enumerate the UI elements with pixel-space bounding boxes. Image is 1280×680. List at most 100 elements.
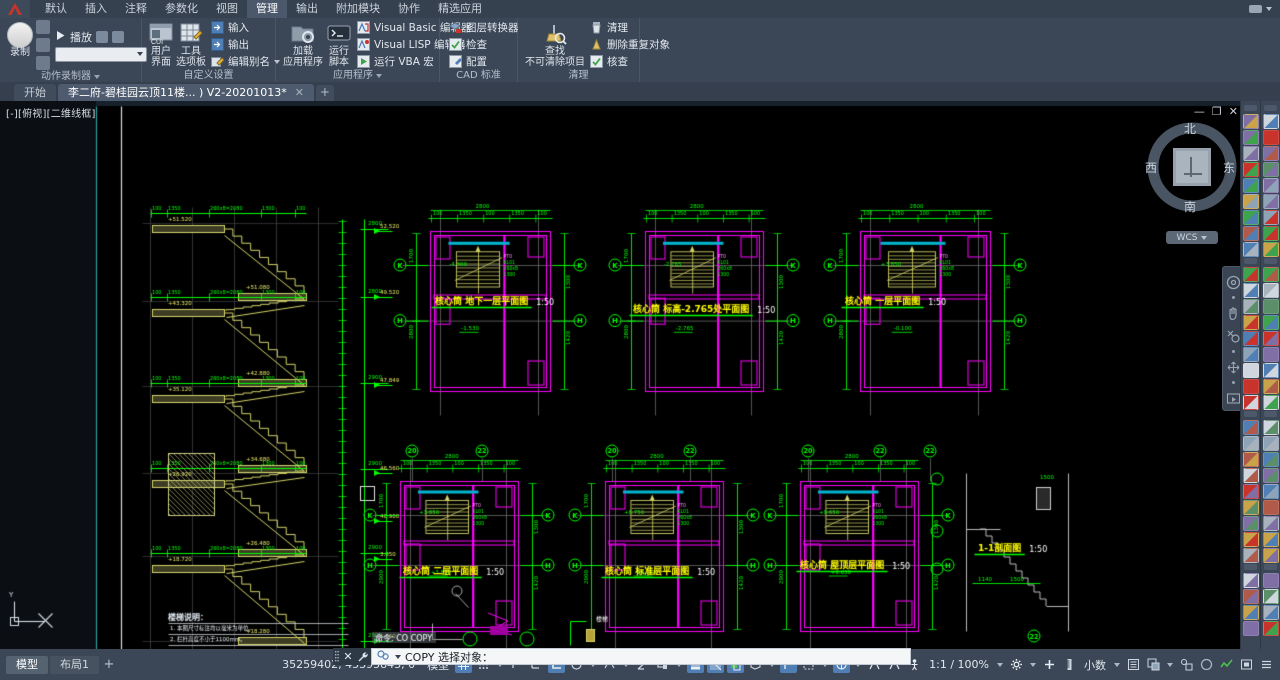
toolbar-icon-button[interactable]	[1263, 589, 1279, 604]
toolbar-icon-button[interactable]	[1263, 605, 1279, 620]
audit-button[interactable]: 核查	[588, 54, 673, 69]
maximize-icon[interactable]: ❐	[1212, 105, 1222, 118]
toolbar-icon-button[interactable]	[1243, 315, 1259, 330]
minimize-icon[interactable]: —	[1194, 105, 1205, 118]
close-icon[interactable]: ✕	[295, 84, 304, 101]
layout-tab-1[interactable]: 布局1	[50, 655, 99, 674]
model-tab[interactable]: 模型	[6, 655, 48, 674]
toolbar-icon-button[interactable]	[1263, 363, 1279, 378]
toolbar-icon-button[interactable]	[1243, 516, 1259, 531]
annotation-scale-value[interactable]: 1:1 / 100%	[926, 658, 992, 671]
hardware-acceleration-icon[interactable]	[1178, 656, 1195, 673]
toolbar-icon-button[interactable]	[1243, 114, 1259, 129]
toolbar-icon-button[interactable]	[1243, 146, 1259, 161]
toolbar-grip[interactable]	[1264, 105, 1277, 111]
toolbar-icon-button[interactable]	[1263, 315, 1279, 330]
toolbar-icon-button[interactable]	[1263, 242, 1279, 257]
toolbar-icon-button[interactable]	[1263, 210, 1279, 225]
configure-standards-button[interactable]: 配置	[447, 54, 522, 69]
toolbar-icon-button[interactable]	[1243, 210, 1259, 225]
toolbar-icon-button[interactable]	[1243, 605, 1259, 620]
command-line-close-icon[interactable]: ✕	[341, 648, 355, 665]
view-compass[interactable]: — ❐ ✕ 北 南 东 西 WCS	[1144, 105, 1240, 245]
ribbon-tab-9[interactable]: 精选应用	[429, 0, 491, 18]
overkill-button[interactable]: 删除重复对象	[588, 37, 673, 52]
toolbar-icon-button[interactable]	[1243, 395, 1259, 410]
toolbar-icon-button[interactable]	[1243, 299, 1259, 314]
cui-button[interactable]: CUI 用户 界面	[149, 21, 173, 68]
ribbon-tab-2[interactable]: 注释	[116, 0, 156, 18]
cad-drawing-surface[interactable]	[0, 101, 1280, 649]
toolbar-icon-button[interactable]	[1263, 331, 1279, 346]
edit-alias-button[interactable]: 编辑别名	[209, 54, 283, 69]
toolbar-icon-button[interactable]	[1263, 452, 1279, 467]
units-icon[interactable]	[1061, 656, 1078, 673]
find-non-purgeable-button[interactable]: 查找 不可清除项目	[525, 21, 585, 68]
customization-menu-icon[interactable]	[1258, 656, 1275, 673]
toolbar-icon-button[interactable]	[1263, 468, 1279, 483]
toolbar-icon-button[interactable]	[1243, 130, 1259, 145]
units-chevron-icon[interactable]	[1114, 662, 1120, 667]
wcs-selector[interactable]: WCS	[1166, 231, 1218, 244]
toolbar-section-grip[interactable]	[1264, 564, 1277, 570]
ribbon-tab-3[interactable]: 参数化	[156, 0, 207, 18]
toolbar-icon-button[interactable]	[1263, 395, 1279, 410]
ribbon-tab-6[interactable]: 输出	[287, 0, 327, 18]
toolbar-icon-button[interactable]	[1243, 178, 1259, 193]
toolbar-icon-button[interactable]	[1243, 226, 1259, 241]
wcs-chevron-icon[interactable]	[1201, 235, 1208, 240]
new-tab-button[interactable]: +	[315, 85, 334, 101]
toolbar-icon-button[interactable]	[1243, 573, 1259, 588]
toolbar-section-grip[interactable]	[1264, 258, 1277, 264]
ribbon-tab-1[interactable]: 插入	[76, 0, 116, 18]
scale-chevron-icon[interactable]	[997, 662, 1003, 667]
ribbon-tab-4[interactable]: 视图	[207, 0, 247, 18]
ribbon-options-chevron-icon[interactable]	[1266, 7, 1272, 11]
command-line-grip[interactable]	[333, 648, 341, 665]
viewport-label[interactable]: [-][俯视][二维线框]	[6, 105, 96, 120]
ribbon-options-icon[interactable]	[1249, 5, 1262, 13]
play-icon[interactable]	[55, 30, 66, 44]
lock-ui-icon[interactable]	[1198, 656, 1215, 673]
ribbon-tab-5[interactable]: 管理	[247, 0, 287, 18]
toolbar-grip[interactable]	[1244, 105, 1257, 111]
toolbar-icon-button[interactable]	[1243, 532, 1259, 547]
action-macro-select[interactable]	[55, 46, 147, 62]
toolbar-icon-button[interactable]	[1243, 347, 1259, 362]
command-history-chevron-icon[interactable]	[395, 654, 401, 659]
autocad-logo[interactable]	[0, 0, 30, 18]
close-viewport-icon[interactable]: ✕	[1229, 105, 1238, 118]
isolate-objects-icon[interactable]	[1145, 656, 1162, 673]
run-script-button[interactable]: 运行 脚本	[326, 21, 352, 68]
toolbar-icon-button[interactable]	[1243, 331, 1259, 346]
record-step-icon[interactable]	[96, 30, 108, 43]
toolbar-icon-button[interactable]	[1243, 468, 1259, 483]
toolbar-icon-button[interactable]	[1243, 500, 1259, 515]
toolbar-icon-button[interactable]	[1263, 621, 1279, 636]
right-toolbar-secondary[interactable]	[1260, 101, 1280, 649]
command-line[interactable]: ✕ COPY 选择对象：	[333, 648, 911, 665]
toolbar-icon-button[interactable]	[1263, 162, 1279, 177]
toolbar-icon-button[interactable]	[1243, 452, 1259, 467]
ribbon-tab-0[interactable]: 默认	[36, 0, 76, 18]
toolbar-icon-button[interactable]	[1243, 267, 1259, 282]
toolbar-icon-button[interactable]	[1263, 516, 1279, 531]
check-standards-button[interactable]: 检查	[447, 37, 522, 52]
panel-expand-chevron-icon[interactable]	[94, 74, 100, 79]
toolbar-icon-button[interactable]	[1243, 548, 1259, 563]
toolbar-icon-button[interactable]	[1243, 484, 1259, 499]
toolbar-icon-button[interactable]	[1263, 178, 1279, 193]
toolbar-icon-button[interactable]	[1243, 589, 1259, 604]
record-button[interactable]: 录制	[7, 22, 33, 68]
toolbar-icon-button[interactable]	[1263, 130, 1279, 145]
tool-palettes-button[interactable]: 工具 选项板	[176, 21, 206, 68]
toolbar-icon-button[interactable]	[1263, 532, 1279, 547]
purge-button[interactable]: 清理	[588, 20, 673, 35]
toolbar-icon-button[interactable]	[1263, 548, 1279, 563]
toolbar-icon-button[interactable]	[1263, 484, 1279, 499]
load-application-button[interactable]: 加载 应用程序	[283, 21, 323, 68]
customize-plus-icon[interactable]	[1041, 656, 1058, 673]
toolbar-icon-button[interactable]	[1243, 242, 1259, 257]
add-layout-button[interactable]: +	[101, 657, 117, 672]
toolbar-icon-button[interactable]	[1243, 194, 1259, 209]
